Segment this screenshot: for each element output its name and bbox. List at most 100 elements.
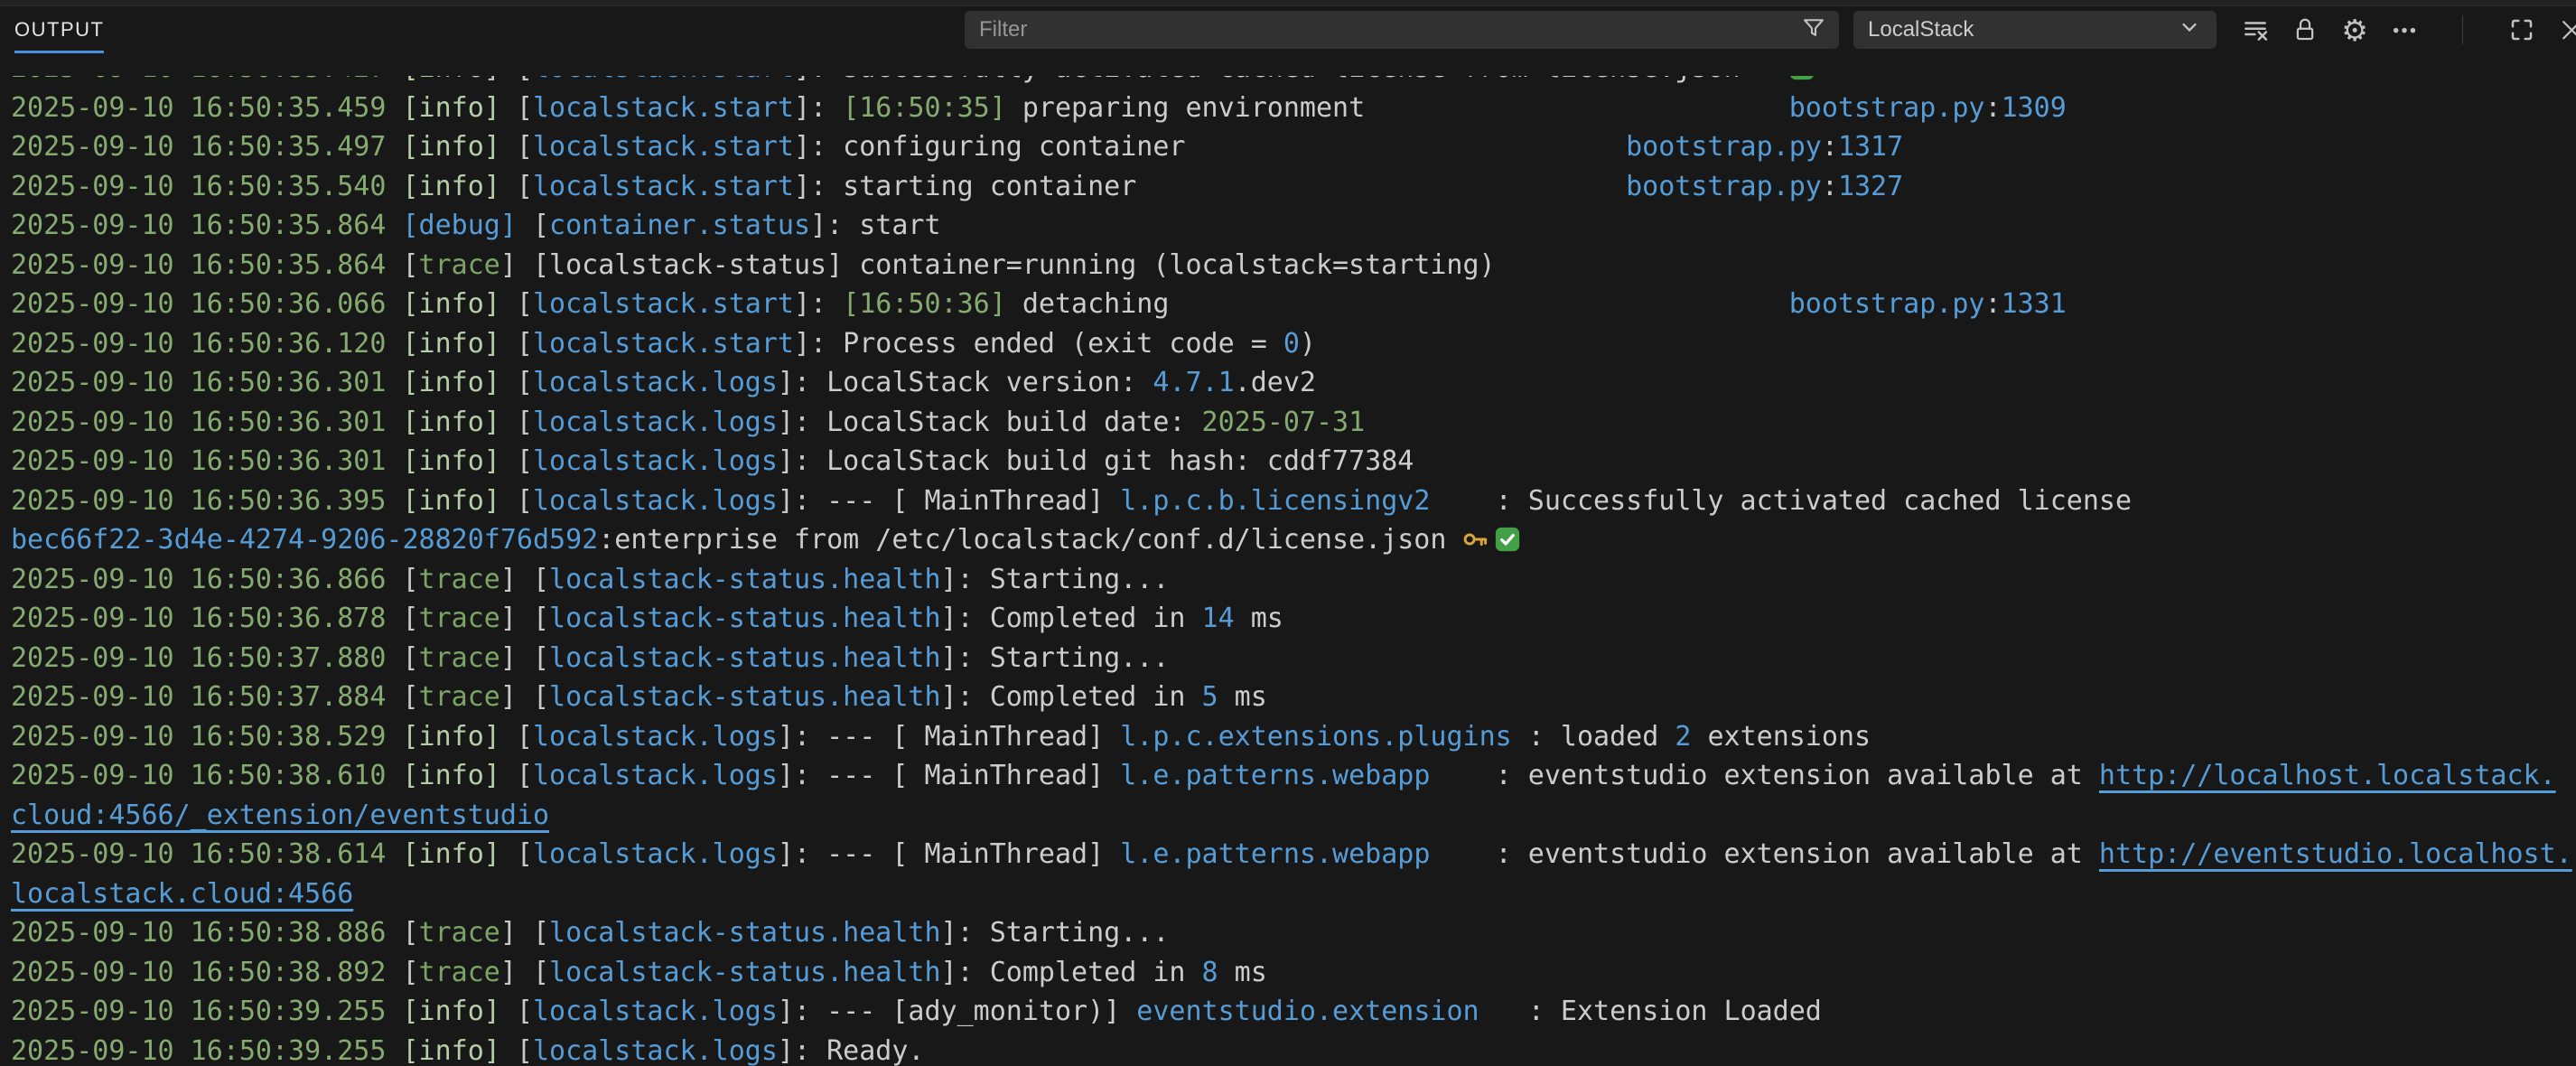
- log-text: 2025-09-10 16:50:38.892: [11, 957, 402, 988]
- log-text: 2025-09-10 16:50:36.866: [11, 564, 402, 595]
- log-text: [: [517, 838, 533, 870]
- output-channel-dropdown[interactable]: LocalStack: [1853, 11, 2217, 49]
- more-actions-button[interactable]: [2387, 13, 2422, 47]
- log-text: ms: [1218, 957, 1267, 988]
- log-text: [16:50:35]: [843, 92, 1006, 124]
- log-text: 2025-07-31: [1202, 407, 1366, 438]
- log-text: ] [: [500, 603, 549, 634]
- log-url-link[interactable]: http://eventstudio.localhost.: [2099, 838, 2572, 870]
- filter-funnel-icon[interactable]: [1801, 15, 1826, 45]
- log-text: trace: [419, 917, 500, 949]
- log-text: ]:: [778, 485, 826, 517]
- log-text: Completed in: [990, 957, 1202, 988]
- log-text: localstack.logs: [533, 445, 778, 477]
- log-text: [: [517, 131, 533, 163]
- log-text: successfully activated cached license fr…: [843, 76, 1756, 84]
- log-text: [info]: [402, 721, 516, 753]
- log-line: 2025-09-10 16:50:36.301 [info] [localsta…: [11, 403, 2576, 443]
- log-text: [: [517, 92, 533, 124]
- settings-gear-button[interactable]: ⚙: [2338, 13, 2372, 47]
- log-text: [info]: [402, 838, 516, 870]
- log-text: ]:: [778, 760, 826, 791]
- log-text: 8: [1202, 957, 1218, 988]
- log-url-link[interactable]: http://localhost.localstack.: [2099, 760, 2556, 791]
- log-text: localstack-status.health: [549, 603, 940, 634]
- log-text: localstack.logs: [533, 996, 778, 1027]
- log-text: localstack.start: [533, 76, 794, 84]
- log-line: 2025-09-10 16:50:36.395 [info] [localsta…: [11, 482, 2576, 521]
- log-text: [info]: [402, 131, 516, 163]
- file-reference-link[interactable]: 1331: [2002, 288, 2067, 320]
- file-reference-link[interactable]: 1327: [1838, 171, 1903, 202]
- filter-input[interactable]: [977, 16, 1801, 43]
- log-text: trace: [419, 564, 500, 595]
- log-line: 2025-09-10 16:50:36.866 [trace] [localst…: [11, 560, 2576, 600]
- log-text: ]:: [778, 721, 826, 753]
- log-text: container.status: [549, 210, 810, 241]
- file-reference-link[interactable]: 1317: [1838, 131, 1903, 163]
- log-text: [: [517, 485, 533, 517]
- log-text: trace: [419, 249, 500, 281]
- panel-actions: ⚙: [2238, 13, 2576, 47]
- log-text: LocalStack build git hash: cddf77384: [826, 445, 1414, 477]
- log-line: localstack.cloud:4566: [11, 874, 2576, 914]
- log-text: [1136, 171, 1626, 202]
- log-text: extensions: [1691, 721, 1871, 753]
- log-text: ]:: [941, 681, 990, 713]
- filter-box[interactable]: [965, 11, 1839, 49]
- log-text: ]:: [778, 1035, 826, 1066]
- file-reference-link[interactable]: 1309: [2002, 92, 2067, 124]
- log-url-link[interactable]: localstack.cloud:4566: [11, 878, 353, 910]
- log-url-link[interactable]: cloud:4566/_extension/eventstudio: [11, 800, 549, 831]
- tab-output[interactable]: OUTPUT: [14, 18, 104, 53]
- log-text: localstack.logs: [533, 407, 778, 438]
- log-text: ] [: [500, 564, 549, 595]
- close-panel-button[interactable]: [2554, 13, 2576, 47]
- log-text: localstack.start: [533, 288, 794, 320]
- log-text: localstack.logs: [533, 1035, 778, 1066]
- lock-auto-scroll-button[interactable]: [2288, 13, 2322, 47]
- file-reference-link[interactable]: bootstrap.py: [1626, 131, 1822, 163]
- log-text: 2025-09-10 16:50:35.540: [11, 171, 402, 202]
- log-line: 2025-09-10 16:50:36.120 [info] [localsta…: [11, 324, 2576, 364]
- log-text: [debug]: [402, 210, 533, 241]
- file-reference-link[interactable]: bootstrap.py: [1789, 92, 1985, 124]
- log-text: Process ended (exit code =: [843, 328, 1283, 360]
- log-text: localstack-status.health: [549, 681, 940, 713]
- log-line: 2025-09-10 16:50:36.301 [info] [localsta…: [11, 363, 2576, 403]
- log-text: :: [1985, 92, 2002, 124]
- maximize-panel-button[interactable]: [2505, 13, 2539, 47]
- log-text: 2025-09-10 16:50:35.459: [11, 92, 402, 124]
- log-text: ms: [1235, 603, 1283, 634]
- log-text: 2025-09-10 16:50:36.395: [11, 485, 402, 517]
- log-text: l.p.c.extensions.plugins: [1120, 721, 1511, 753]
- log-text: [: [517, 288, 533, 320]
- log-text: localstack-status.health: [549, 917, 940, 949]
- log-text: [info]: [402, 996, 516, 1027]
- log-text: ]:: [778, 407, 826, 438]
- log-text: [: [402, 917, 418, 949]
- log-text: :: [1985, 288, 2002, 320]
- log-line: bec66f22-3d4e-4274-9206-28820f76d592:ent…: [11, 520, 2576, 560]
- log-text: [info]: [402, 288, 516, 320]
- log-text: [info]: [402, 367, 516, 398]
- log-line: cloud:4566/_extension/eventstudio: [11, 796, 2576, 836]
- log-line: 2025-09-10 16:50:35.497 [info] [localsta…: [11, 127, 2576, 167]
- log-text: localstack.logs: [533, 721, 778, 753]
- log-text: [1185, 131, 1626, 163]
- log-text: [: [402, 564, 418, 595]
- log-text: ]:: [794, 171, 843, 202]
- key-icon: [1462, 526, 1489, 553]
- file-reference-link[interactable]: bootstrap.py: [1626, 171, 1822, 202]
- log-text: [: [517, 996, 533, 1027]
- file-reference-link[interactable]: bootstrap.py: [1789, 288, 1985, 320]
- log-text: --- [ady_monitor)]: [826, 996, 1136, 1027]
- log-text: 2025-09-10 16:50:36.301: [11, 407, 402, 438]
- log-text: ]:: [941, 603, 990, 634]
- log-text: --- [ MainThread]: [826, 485, 1120, 517]
- log-text: [: [402, 249, 418, 281]
- log-viewport[interactable]: 2025-09-10 16:50:35.427 [info] [localsta…: [0, 76, 2576, 1066]
- log-text: 5: [1202, 681, 1218, 713]
- gear-icon: ⚙: [2341, 15, 2368, 45]
- clear-output-button[interactable]: [2238, 13, 2273, 47]
